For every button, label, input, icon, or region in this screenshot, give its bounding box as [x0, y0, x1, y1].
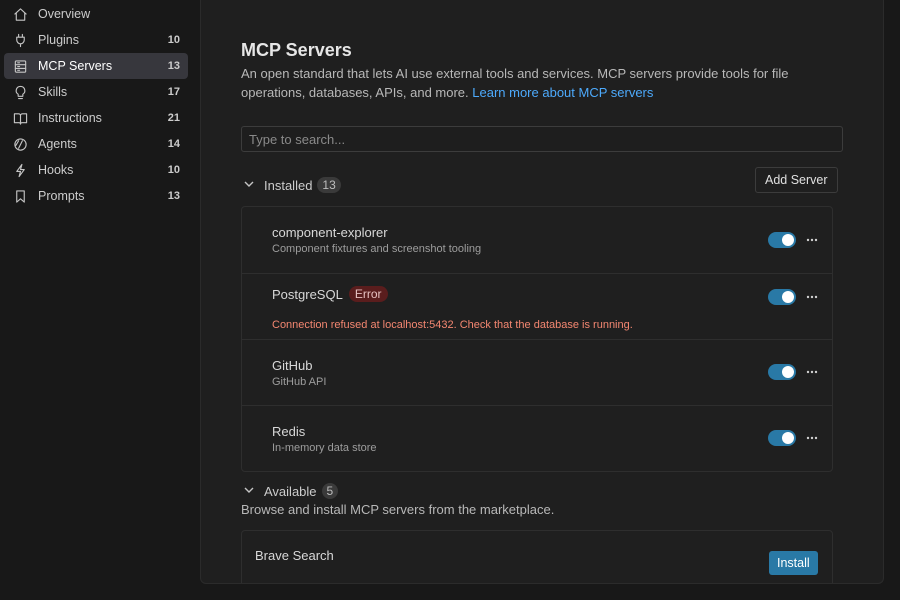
sidebar-item-hooks[interactable]: Hooks 10: [4, 157, 188, 183]
available-description: Browse and install MCP servers from the …: [241, 502, 555, 517]
sidebar-item-count: 10: [167, 164, 180, 176]
sidebar-item-instructions[interactable]: Instructions 21: [4, 105, 188, 131]
sidebar-item-plugins[interactable]: Plugins 10: [4, 27, 188, 53]
more-actions-icon[interactable]: [804, 289, 820, 305]
sidebar-item-label: Overview: [38, 7, 91, 21]
server-row-postgresql: PostgreSQL Error Connection refused at lo…: [242, 274, 832, 340]
server-icon: [12, 58, 28, 74]
lightning-icon: [12, 162, 28, 178]
sidebar-item-label: Instructions: [38, 111, 102, 125]
home-icon: [12, 6, 28, 22]
server-error-message: Connection refused at localhost:5432. Ch…: [272, 319, 633, 331]
server-enable-toggle[interactable]: [768, 364, 796, 380]
server-name: component-explorer: [272, 225, 388, 240]
sidebar-item-count: 21: [167, 112, 180, 124]
sidebar-item-count: 17: [167, 86, 180, 98]
learn-more-link[interactable]: Learn more about MCP servers: [472, 85, 653, 100]
sidebar-item-mcp-servers[interactable]: MCP Servers 13: [4, 53, 188, 79]
server-row-github: GitHub GitHub API: [242, 340, 832, 406]
chevron-down-icon: [243, 178, 257, 192]
sidebar-item-label: Agents: [38, 137, 77, 151]
server-description: Component fixtures and screenshot toolin…: [272, 243, 482, 255]
more-actions-icon[interactable]: [804, 232, 820, 248]
installed-server-list: component-explorer Component fixtures an…: [241, 206, 833, 472]
error-badge: Error: [348, 286, 388, 302]
toggle-knob: [782, 432, 794, 444]
sidebar-item-count: 13: [167, 60, 180, 72]
page-title: MCP Servers: [241, 40, 352, 60]
sidebar-item-label: Skills: [38, 85, 68, 99]
server-description: In-memory data store: [272, 442, 377, 454]
installed-section-toggle[interactable]: Installed 13: [243, 177, 341, 193]
sidebar-item-count: 13: [167, 190, 180, 202]
sidebar-item-label: Prompts: [38, 189, 85, 203]
server-name-with-badge: PostgreSQL Error: [272, 286, 388, 302]
server-enable-toggle[interactable]: [768, 232, 796, 248]
sidebar-item-skills[interactable]: Skills 17: [4, 79, 188, 105]
plug-icon: [12, 32, 28, 48]
sidebar-item-label: MCP Servers: [38, 59, 113, 73]
more-actions-icon[interactable]: [804, 430, 820, 446]
available-server-card-brave-search: Brave Search Install: [241, 530, 833, 583]
sidebar-item-label: Plugins: [38, 33, 79, 47]
installed-count-badge: 13: [317, 177, 341, 193]
server-name: Redis: [272, 424, 306, 439]
bookmark-icon: [12, 188, 28, 204]
server-name: PostgreSQL: [272, 287, 343, 302]
lightbulb-icon: [12, 84, 28, 100]
available-label: Available: [264, 483, 317, 499]
page-description: An open standard that lets AI use extern…: [241, 64, 831, 102]
sidebar: Overview Plugins 10 MCP Servers 13 Skill…: [0, 0, 194, 600]
server-row-component-explorer: component-explorer Component fixtures an…: [242, 207, 832, 274]
sidebar-item-count: 10: [167, 34, 180, 46]
server-name: GitHub: [272, 358, 313, 373]
main-panel: MCP Servers An open standard that lets A…: [200, 0, 884, 584]
toggle-knob: [782, 234, 794, 246]
sidebar-item-count: 14: [167, 138, 180, 150]
book-icon: [12, 110, 28, 126]
server-enable-toggle[interactable]: [768, 430, 796, 446]
toggle-knob: [782, 291, 794, 303]
add-server-button[interactable]: Add Server: [755, 167, 838, 193]
installed-label: Installed: [264, 177, 313, 193]
sidebar-item-prompts[interactable]: Prompts 13: [4, 183, 188, 209]
server-description: GitHub API: [272, 376, 327, 388]
agent-icon: [12, 136, 28, 152]
more-actions-icon[interactable]: [804, 364, 820, 380]
server-enable-toggle[interactable]: [768, 289, 796, 305]
available-count-badge: 5: [321, 483, 339, 499]
sidebar-item-label: Hooks: [38, 163, 74, 177]
sidebar-item-agents[interactable]: Agents 14: [4, 131, 188, 157]
install-button[interactable]: Install: [769, 551, 818, 575]
server-name: Brave Search: [255, 548, 334, 563]
server-row-redis: Redis In-memory data store: [242, 406, 832, 471]
search-input[interactable]: [241, 126, 843, 152]
available-section-toggle[interactable]: Available 5: [243, 483, 339, 499]
chevron-down-icon: [243, 484, 257, 498]
sidebar-item-overview[interactable]: Overview: [4, 1, 188, 27]
toggle-knob: [782, 366, 794, 378]
